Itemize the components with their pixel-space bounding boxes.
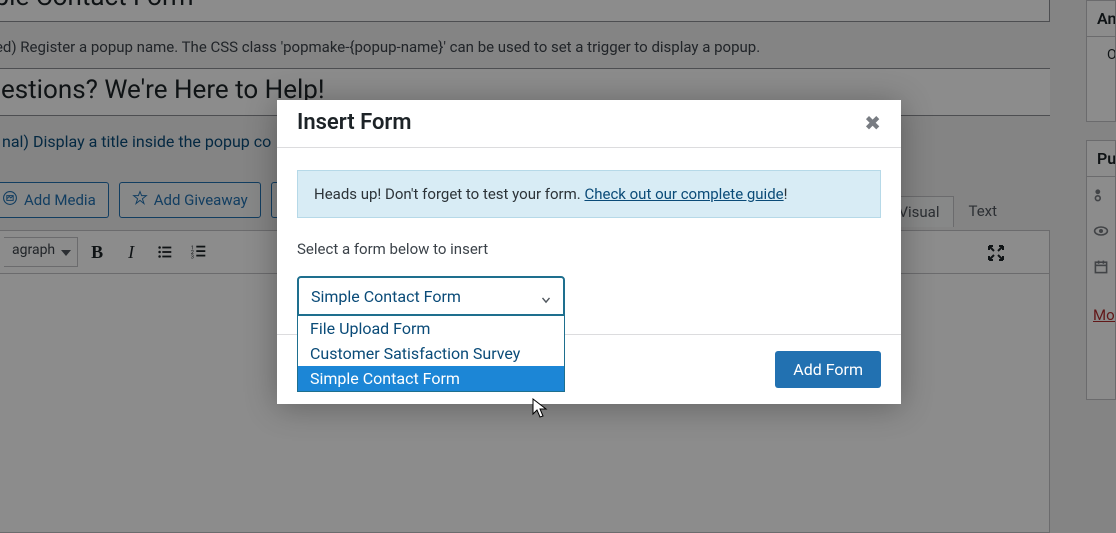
modal-body: Heads up! Don't forget to test your form… bbox=[277, 148, 901, 334]
chevron-down-icon bbox=[539, 292, 553, 311]
modal-close-icon[interactable]: ✖ bbox=[864, 111, 881, 135]
modal-title: Insert Form bbox=[297, 110, 411, 135]
select-form-label: Select a form below to insert bbox=[297, 240, 881, 258]
page-root: Simple Contact Form red) Register a popu… bbox=[0, 0, 1116, 533]
add-form-button[interactable]: Add Form bbox=[775, 351, 881, 388]
form-select[interactable]: Simple Contact Form bbox=[297, 276, 565, 316]
insert-form-modal: Insert Form ✖ Heads up! Don't forget to … bbox=[277, 100, 901, 404]
alert-text-prefix: Heads up! Don't forget to test your form… bbox=[314, 185, 584, 203]
form-select-value: Simple Contact Form bbox=[311, 287, 461, 306]
modal-header: Insert Form ✖ bbox=[277, 100, 901, 147]
alert-text-suffix: ! bbox=[784, 185, 788, 203]
alert-banner: Heads up! Don't forget to test your form… bbox=[297, 170, 881, 218]
form-option-customer-survey[interactable]: Customer Satisfaction Survey bbox=[298, 341, 564, 366]
form-select-dropdown: File Upload Form Customer Satisfaction S… bbox=[297, 316, 565, 392]
form-option-file-upload[interactable]: File Upload Form bbox=[298, 316, 564, 341]
alert-guide-link[interactable]: Check out our complete guide bbox=[584, 185, 783, 203]
form-option-simple-contact[interactable]: Simple Contact Form bbox=[298, 366, 564, 391]
form-select-wrapper: Simple Contact Form File Upload Form Cus… bbox=[297, 276, 565, 316]
